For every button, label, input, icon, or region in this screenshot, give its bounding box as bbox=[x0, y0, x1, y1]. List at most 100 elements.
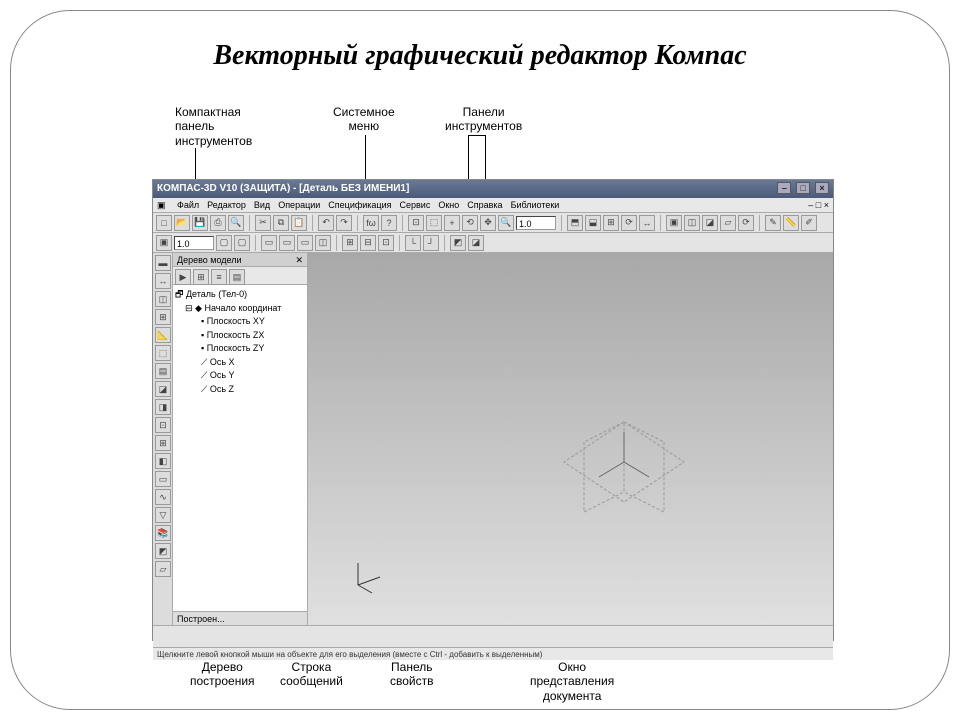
ctx-btn-13[interactable]: ◪ bbox=[468, 235, 484, 251]
viewport[interactable] bbox=[308, 253, 833, 625]
menu-service[interactable]: Сервис bbox=[400, 198, 431, 212]
zoom-icon[interactable]: 🔍 bbox=[498, 215, 514, 231]
move-button[interactable]: ↔ bbox=[639, 215, 655, 231]
filter-tool[interactable]: ▽ bbox=[155, 507, 171, 523]
titlebar[interactable]: КОМПАС-3D V10 (ЗАЩИТА) - [Деталь БЕЗ ИМЕ… bbox=[153, 180, 833, 198]
menu-operations[interactable]: Операции bbox=[278, 198, 320, 212]
view-btn-2[interactable]: ⬓ bbox=[585, 215, 601, 231]
zoomwin-button[interactable]: ⬚ bbox=[426, 215, 442, 231]
rebuild-button[interactable]: ⟳ bbox=[738, 215, 754, 231]
close-button[interactable]: × bbox=[815, 182, 829, 194]
tree-btn-3[interactable]: ≡ bbox=[211, 269, 227, 285]
zoomfit-button[interactable]: ⊡ bbox=[408, 215, 424, 231]
print-button[interactable]: ⎙ bbox=[210, 215, 226, 231]
dim-tool[interactable]: ↔ bbox=[155, 273, 171, 289]
menu-editor[interactable]: Редактор bbox=[207, 198, 246, 212]
param-tool[interactable]: ⊞ bbox=[155, 309, 171, 325]
ctx-btn-2[interactable]: ▢ bbox=[234, 235, 250, 251]
menu-libraries[interactable]: Библиотеки bbox=[511, 198, 560, 212]
ctx-btn-5[interactable]: ▭ bbox=[297, 235, 313, 251]
ctx-btn-6[interactable]: ◫ bbox=[315, 235, 331, 251]
tree-body[interactable]: 🗗 Деталь (Тел-0) ⊟ ◆ Начало координат ▪ … bbox=[173, 285, 307, 611]
ctx-btn-9[interactable]: ⊡ bbox=[378, 235, 394, 251]
tree-tab[interactable]: Построен... bbox=[173, 611, 307, 625]
zoomin-button[interactable]: + bbox=[444, 215, 460, 231]
ctx-btn-1[interactable]: ▢ bbox=[216, 235, 232, 251]
select-tool[interactable]: ⬚ bbox=[155, 345, 171, 361]
surf-tool[interactable]: ◨ bbox=[155, 399, 171, 415]
tree-toolbar: ▶ ⊞ ≡ ▤ bbox=[173, 267, 307, 285]
persp-button[interactable]: ▱ bbox=[720, 215, 736, 231]
zoomprev-button[interactable]: ⟲ bbox=[462, 215, 478, 231]
tree-root[interactable]: 🗗 Деталь (Тел-0) bbox=[175, 288, 305, 302]
tree-axis-x[interactable]: ⟋ Ось X bbox=[175, 356, 305, 370]
meas-tool[interactable]: 📐 bbox=[155, 327, 171, 343]
pan-button[interactable]: ✥ bbox=[480, 215, 496, 231]
edit-tool[interactable]: ◫ bbox=[155, 291, 171, 307]
property-panel[interactable] bbox=[153, 625, 833, 647]
document-controls[interactable]: – □ × bbox=[808, 198, 829, 213]
sheet-tool[interactable]: ▭ bbox=[155, 471, 171, 487]
redo-button[interactable]: ↷ bbox=[336, 215, 352, 231]
cut-button[interactable]: ✂ bbox=[255, 215, 271, 231]
feat-tool[interactable]: ◪ bbox=[155, 381, 171, 397]
menu-help[interactable]: Справка bbox=[467, 198, 502, 212]
separator bbox=[759, 215, 760, 231]
ctx-icon[interactable]: ▣ bbox=[156, 235, 172, 251]
fx-button[interactable]: fω bbox=[363, 215, 379, 231]
view-btn-1[interactable]: ⬒ bbox=[567, 215, 583, 231]
wire-button[interactable]: ▣ bbox=[666, 215, 682, 231]
spec-tool[interactable]: ▤ bbox=[155, 363, 171, 379]
ctx-btn-7[interactable]: ⊞ bbox=[342, 235, 358, 251]
undo-button[interactable]: ↶ bbox=[318, 215, 334, 231]
help-button[interactable]: ? bbox=[381, 215, 397, 231]
tree-title[interactable]: Дерево модели ✕ bbox=[173, 253, 307, 267]
new-button[interactable]: □ bbox=[156, 215, 172, 231]
zoom-field[interactable]: 1.0 bbox=[516, 216, 556, 230]
tree-btn-1[interactable]: ▶ bbox=[175, 269, 191, 285]
tree-close-button[interactable]: ✕ bbox=[295, 253, 303, 266]
tree-btn-4[interactable]: ▤ bbox=[229, 269, 245, 285]
aux-tool[interactable]: ⊞ bbox=[155, 435, 171, 451]
lib-tool[interactable]: 📚 bbox=[155, 525, 171, 541]
tree-axis-z[interactable]: ⟋ Ось Z bbox=[175, 383, 305, 397]
open-button[interactable]: 📂 bbox=[174, 215, 190, 231]
scale-field[interactable]: 1.0 bbox=[174, 236, 214, 250]
tree-plane-zx[interactable]: ▪ Плоскость ZX bbox=[175, 329, 305, 343]
hidden-button[interactable]: ◫ bbox=[684, 215, 700, 231]
ctx-btn-8[interactable]: ⊟ bbox=[360, 235, 376, 251]
minimize-button[interactable]: – bbox=[777, 182, 791, 194]
geom-tool[interactable]: ▬ bbox=[155, 255, 171, 271]
toolbar-context: ▣ 1.0 ▢ ▢ ▭ ▭ ▭ ◫ ⊞ ⊟ ⊡ └ ┘ ◩ ◪ bbox=[153, 233, 833, 253]
ctx-btn-10[interactable]: └ bbox=[405, 235, 421, 251]
tree-axis-y[interactable]: ⟋ Ось Y bbox=[175, 369, 305, 383]
ctx-btn-3[interactable]: ▭ bbox=[261, 235, 277, 251]
body-tool[interactable]: ◧ bbox=[155, 453, 171, 469]
copy-button[interactable]: ⧉ bbox=[273, 215, 289, 231]
ctx-btn-11[interactable]: ┘ bbox=[423, 235, 439, 251]
orbit-button[interactable]: ⟳ bbox=[621, 215, 637, 231]
measure-button[interactable]: 📏 bbox=[783, 215, 799, 231]
preview-button[interactable]: 🔍 bbox=[228, 215, 244, 231]
view-btn-3[interactable]: ⊞ bbox=[603, 215, 619, 231]
ctx-btn-4[interactable]: ▭ bbox=[279, 235, 295, 251]
curve-tool[interactable]: ∿ bbox=[155, 489, 171, 505]
edit-button[interactable]: ✎ bbox=[765, 215, 781, 231]
array-tool[interactable]: ⊡ bbox=[155, 417, 171, 433]
menu-view[interactable]: Вид bbox=[254, 198, 270, 212]
tree-origin[interactable]: ⊟ ◆ Начало координат bbox=[175, 302, 305, 316]
tree-btn-2[interactable]: ⊞ bbox=[193, 269, 209, 285]
shade-button[interactable]: ◪ bbox=[702, 215, 718, 231]
tree-plane-zy[interactable]: ▪ Плоскость ZY bbox=[175, 342, 305, 356]
ctx-btn-12[interactable]: ◩ bbox=[450, 235, 466, 251]
shade2-tool[interactable]: ◩ bbox=[155, 543, 171, 559]
paste-button[interactable]: 📋 bbox=[291, 215, 307, 231]
maximize-button[interactable]: □ bbox=[796, 182, 810, 194]
menu-specification[interactable]: Спецификация bbox=[328, 198, 391, 212]
draft-tool[interactable]: ▱ bbox=[155, 561, 171, 577]
save-button[interactable]: 💾 bbox=[192, 215, 208, 231]
menu-window[interactable]: Окно bbox=[438, 198, 459, 212]
tree-plane-xy[interactable]: ▪ Плоскость XY bbox=[175, 315, 305, 329]
menu-file[interactable]: Файл bbox=[177, 198, 199, 212]
sketch-button[interactable]: ✐ bbox=[801, 215, 817, 231]
